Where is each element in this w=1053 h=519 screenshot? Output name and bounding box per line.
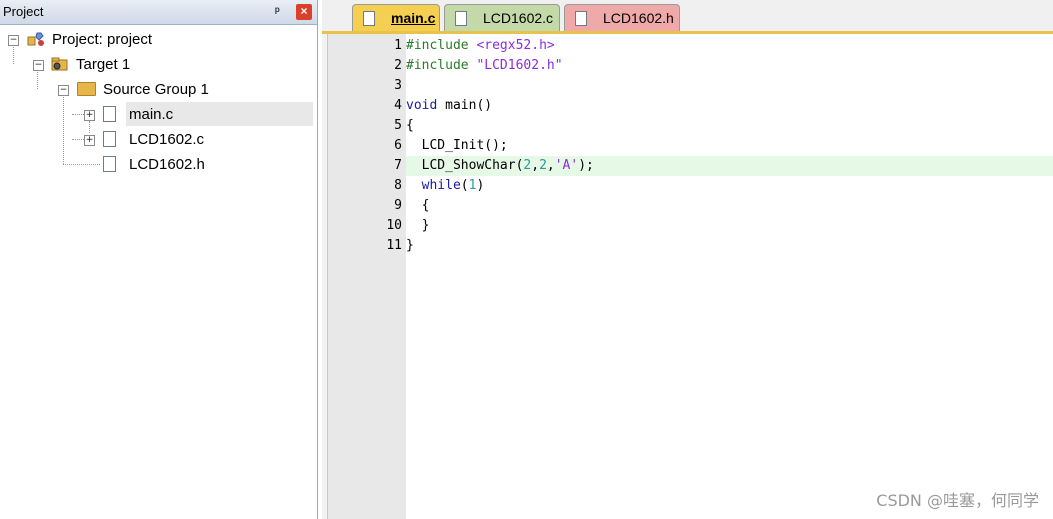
file-icon (363, 10, 375, 26)
line-number: 6 (394, 138, 402, 153)
tab-main-c[interactable]: main.c (352, 4, 440, 31)
project-panel: Project ᵖ × − Project: project − Target … (0, 0, 318, 519)
tree-item-label: LCD1602.c (129, 130, 205, 148)
tab-label: LCD1602.h (603, 10, 674, 26)
tree-item-label: Project: project (52, 30, 153, 48)
tab-lcd1602-h[interactable]: LCD1602.h (564, 4, 680, 31)
code-line[interactable]: #include <regx52.h> (406, 36, 1053, 56)
tree-item-target[interactable]: Target 1 (51, 52, 130, 76)
pin-icon[interactable]: ᵖ (275, 4, 280, 18)
tree-connector (63, 94, 64, 164)
tab-label: LCD1602.c (483, 10, 554, 26)
tree-item-label: Source Group 1 (103, 80, 209, 98)
code-line[interactable]: { (406, 196, 1053, 216)
project-panel-titlebar: Project ᵖ × (0, 0, 317, 25)
code-line[interactable]: void main() (406, 96, 1053, 116)
project-icon (27, 31, 45, 47)
tree-item-label: LCD1602.h (129, 155, 205, 173)
editor-tabbar: main.c LCD1602.c LCD1602.h (322, 0, 1053, 34)
tree-item-source-group[interactable]: Source Group 1 (77, 77, 209, 101)
line-number: 11 (386, 238, 402, 253)
file-icon (103, 156, 116, 172)
file-icon (575, 10, 587, 26)
line-number: 7 (394, 158, 402, 173)
code-line[interactable]: } (406, 216, 1053, 236)
project-panel-title: Project (3, 4, 44, 19)
tree-connector (72, 114, 84, 115)
code-editor: main.c LCD1602.c LCD1602.h 1 2 3 4 5 6 7 8 9 10 11… (322, 0, 1053, 519)
tree-item-file[interactable]: LCD1602.c (129, 127, 204, 151)
code-line[interactable]: { (406, 116, 1053, 136)
expand-icon[interactable]: + (84, 110, 95, 121)
file-icon (103, 131, 116, 147)
code-line[interactable]: } (406, 236, 1053, 256)
target-icon (51, 57, 69, 71)
line-number: 1 (394, 38, 402, 53)
line-number: 3 (394, 78, 402, 93)
collapse-icon[interactable]: − (33, 60, 44, 71)
code-line[interactable]: #include "LCD1602.h" (406, 56, 1053, 76)
line-number-gutter: 1 2 3 4 5 6 7 8 9 10 11 (327, 34, 406, 519)
file-icon (455, 10, 467, 26)
line-number: 5 (394, 118, 402, 133)
collapse-icon[interactable]: − (8, 35, 19, 46)
tree-connector (63, 164, 100, 165)
line-number: 2 (394, 58, 402, 73)
tab-label: main.c (391, 10, 436, 26)
line-number: 9 (394, 198, 402, 213)
tree-connector (37, 69, 38, 89)
watermark: CSDN @哇塞，何同学 (876, 491, 1039, 510)
line-number: 4 (394, 98, 402, 113)
folder-icon (77, 82, 96, 96)
code-line[interactable]: LCD_ShowChar(2,2,'A'); (406, 156, 1053, 176)
tree-connector (13, 44, 14, 64)
tree-connector (72, 139, 84, 140)
tree-item-file[interactable]: LCD1602.h (129, 152, 205, 176)
tab-lcd1602-c[interactable]: LCD1602.c (444, 4, 560, 31)
tree-connector (89, 121, 90, 133)
tree-item-label: Target 1 (76, 55, 131, 73)
code-line[interactable]: while(1) (406, 176, 1053, 196)
line-number: 8 (394, 178, 402, 193)
file-icon (103, 106, 116, 122)
expand-icon[interactable]: + (84, 135, 95, 146)
code-area[interactable]: #include <regx52.h> #include "LCD1602.h" v… (406, 34, 1053, 519)
collapse-icon[interactable]: − (58, 85, 69, 96)
code-line[interactable]: LCD_Init(); (406, 136, 1053, 156)
code-line[interactable] (406, 76, 1053, 96)
close-icon[interactable]: × (296, 4, 312, 20)
tree-item-project[interactable]: Project: project (27, 27, 152, 51)
tree-item-label: main.c (129, 105, 174, 123)
tree-item-file[interactable]: main.c (126, 102, 313, 126)
line-number: 10 (386, 218, 402, 233)
